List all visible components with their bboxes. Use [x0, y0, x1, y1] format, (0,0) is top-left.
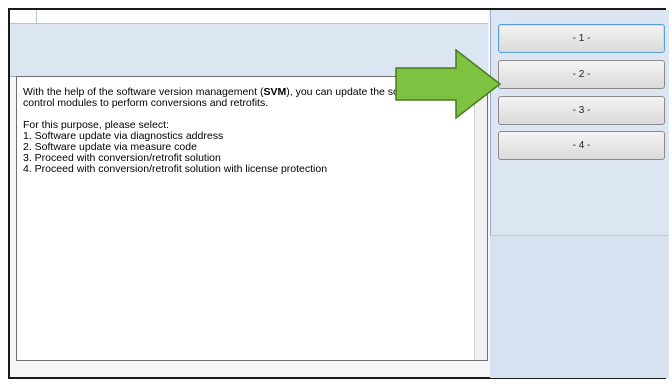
toolbar-separator	[36, 10, 37, 23]
option-4-button[interactable]: - 4 -	[498, 131, 665, 160]
sidebar-lower-area	[490, 235, 668, 378]
option-3-button[interactable]: - 3 -	[498, 96, 665, 125]
arrow-shape	[395, 48, 502, 120]
option-2-button[interactable]: - 2 -	[498, 60, 665, 89]
green-right-arrow-icon	[395, 48, 502, 120]
option-1-button[interactable]: - 1 -	[498, 24, 665, 53]
application-window: With the help of the software version ma…	[8, 8, 669, 379]
option-line-4: 4. Proceed with conversion/retrofit solu…	[23, 163, 328, 175]
top-toolbar-strip	[10, 10, 488, 24]
